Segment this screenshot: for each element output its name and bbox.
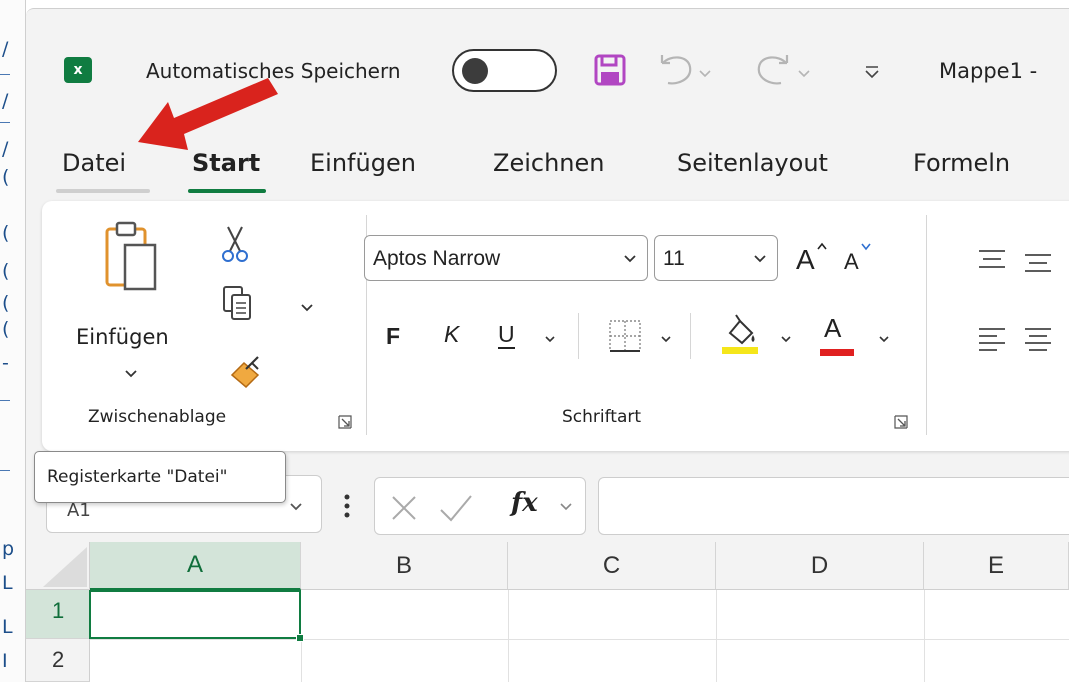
separator [578,313,579,359]
underline-button[interactable]: U [498,321,515,349]
dialog-launcher-icon[interactable] [894,415,908,429]
tab-zeichnen[interactable]: Zeichnen [493,149,604,177]
shrink-font-glyph: A [844,249,859,274]
font-name-value: Aptos Narrow [373,247,501,270]
gridline [716,590,717,682]
active-tab-indicator [188,189,266,193]
gridline [924,590,925,682]
column-header-c[interactable]: C [508,542,716,590]
group-separator [926,215,927,435]
vertical-align-icons[interactable] [977,245,1069,275]
font-size-select[interactable]: 11 [654,235,778,281]
chevron-down-icon[interactable] [780,335,792,344]
tab-einfuegen[interactable]: Einfügen [310,149,416,177]
row-number: 2 [52,647,65,672]
column-header-e[interactable]: E [924,542,1069,590]
insert-function-button[interactable]: fx [511,488,538,518]
chevron-down-icon [290,503,302,511]
excel-icon: x [64,57,96,83]
autosave-toggle[interactable] [452,49,557,92]
grow-font-glyph: A [796,244,815,275]
spreadsheet-grid: A B C D E 1 2 [26,542,1069,682]
column-header-a[interactable]: A [90,542,301,590]
annotation-arrow [138,78,278,150]
customize-quick-access-icon[interactable] [862,61,882,81]
row-number: 1 [52,598,65,623]
paste-button[interactable]: Einfügen [72,221,192,381]
tab-datei[interactable]: Datei [62,149,126,177]
borders-icon[interactable] [608,319,642,353]
chevron-down-icon[interactable] [544,335,556,344]
paste-label: Einfügen [76,325,169,349]
background-window-strip: / / / ( ( ( ( ( - p L L I [0,0,26,682]
underline-glyph: U [498,321,515,349]
tab-seitenlayout[interactable]: Seitenlayout [677,149,828,177]
font-color-swatch [820,349,854,356]
chevron-down-icon [754,255,766,263]
horizontal-align-icons[interactable] [977,325,1069,355]
gridline [301,639,302,682]
fill-handle[interactable] [296,634,304,642]
font-color-icon[interactable]: A [814,313,858,359]
tooltip: Registerkarte "Datei" [34,451,286,503]
bold-button[interactable]: F [386,323,400,350]
redo-icon[interactable] [755,53,815,87]
tooltip-text: Registerkarte "Datei" [47,467,228,487]
clipboard-group-label: Zwischenablage [88,407,227,427]
font-group-label: Schriftart [562,407,642,427]
selected-cell-a1[interactable] [89,590,301,639]
fill-color-icon[interactable] [720,313,762,357]
toggle-knob [462,58,488,84]
undo-icon[interactable] [656,53,716,87]
chevron-down-icon[interactable] [124,369,138,379]
checkmark-icon[interactable] [439,494,473,522]
more-options-icon[interactable] [344,493,350,519]
font-name-select[interactable]: Aptos Narrow [364,235,648,281]
font-size-value: 11 [663,247,685,270]
ribbon: Einfügen Zwischenablage Aptos Narrow 11 … [42,201,1069,451]
close-icon[interactable] [389,494,419,522]
scissors-icon[interactable] [220,225,250,263]
name-box-value: A1 [67,500,91,521]
decrease-font-size-icon[interactable]: A [842,239,878,275]
chevron-down-icon[interactable] [300,303,314,313]
select-all-button[interactable] [26,542,90,590]
row-header-2[interactable]: 2 [26,639,90,682]
tab-datei-hover-indicator [56,189,150,193]
column-header-b[interactable]: B [301,542,508,590]
copy-icon[interactable] [222,285,252,321]
format-painter-icon[interactable] [228,353,262,389]
separator [690,313,691,359]
formula-buttons: fx [374,477,586,535]
dialog-launcher-icon[interactable] [338,415,352,429]
italic-button[interactable]: K [444,321,459,348]
column-header-d[interactable]: D [716,542,924,590]
chevron-down-icon[interactable] [878,335,890,344]
document-title: Mappe1 - [939,59,1038,83]
chevron-down-icon[interactable] [660,335,672,344]
increase-font-size-icon[interactable]: A [794,239,830,275]
gridline [90,639,1069,640]
paste-icon [105,221,157,291]
tab-formeln[interactable]: Formeln [913,149,1010,177]
font-color-glyph: A [824,313,842,343]
chevron-down-icon[interactable] [559,502,573,512]
gridline [508,590,509,682]
chevron-down-icon [624,255,636,263]
formula-input[interactable] [598,477,1069,535]
save-icon[interactable] [593,53,627,87]
row-header-1[interactable]: 1 [26,590,90,639]
